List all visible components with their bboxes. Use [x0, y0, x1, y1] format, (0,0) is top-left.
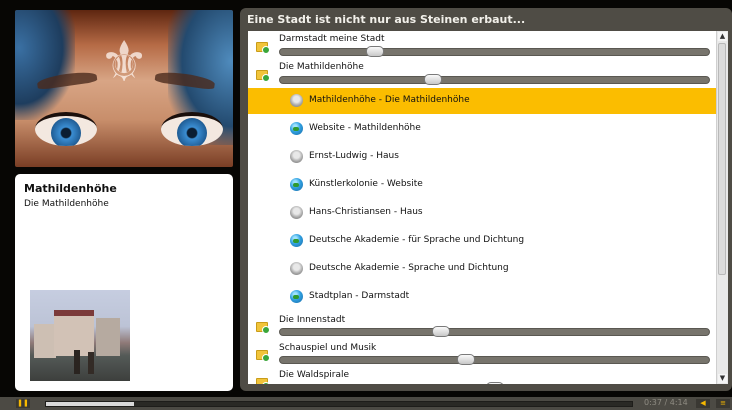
- pause-icon[interactable]: ❚❚: [16, 399, 30, 408]
- category-slider[interactable]: [279, 74, 710, 85]
- scroll-up-arrow-icon[interactable]: ▲: [718, 32, 727, 41]
- seek-bar[interactable]: [45, 401, 633, 407]
- hair-left: [15, 10, 75, 120]
- bust-icon: [290, 94, 303, 107]
- slider-knob[interactable]: [457, 354, 475, 365]
- panel-title: Eine Stadt ist nicht nur aus Steinen erb…: [247, 13, 526, 26]
- list-item[interactable]: Deutsche Akademie - für Sprache und Dich…: [248, 228, 716, 254]
- list-item[interactable]: Deutsche Akademie - Sprache und Dichtung: [248, 256, 716, 282]
- info-title: Mathildenhöhe: [24, 182, 117, 195]
- scrollbar[interactable]: ▲ ▼: [716, 31, 728, 384]
- info-subtitle: Die Mathildenhöhe: [24, 199, 109, 209]
- scroll-down-arrow-icon[interactable]: ▼: [718, 374, 727, 383]
- eye-left: [35, 112, 97, 146]
- list-item-label: Website - Mathildenhöhe: [309, 123, 421, 133]
- playlist: Darmstadt meine Stadt Die Mathildenhöhe …: [248, 31, 716, 384]
- list-item-label: Hans-Christiansen - Haus: [309, 207, 423, 217]
- info-card: Mathildenhöhe Die Mathildenhöhe: [15, 174, 233, 391]
- list-item-label: Ernst-Ludwig - Haus: [309, 151, 399, 161]
- category-label[interactable]: Darmstadt meine Stadt: [279, 34, 385, 44]
- list-item[interactable]: Stadtplan - Darmstadt: [248, 284, 716, 310]
- hero-image: ⚜: [15, 10, 233, 167]
- folder-icon[interactable]: [256, 42, 270, 54]
- info-photo: [30, 290, 130, 381]
- list-item[interactable]: Mathildenhöhe - Die Mathildenhöhe: [248, 88, 716, 114]
- slider-knob[interactable]: [366, 46, 384, 57]
- list-item[interactable]: Hans-Christiansen - Haus: [248, 200, 716, 226]
- fleur-de-lis-icon: ⚜: [99, 30, 150, 95]
- category-slider[interactable]: [279, 354, 710, 365]
- list-item-label: Deutsche Akademie - für Sprache und Dich…: [309, 235, 525, 245]
- bust-icon: [290, 206, 303, 219]
- slider-knob[interactable]: [432, 326, 450, 337]
- list-item-label: Deutsche Akademie - Sprache und Dichtung: [309, 263, 509, 273]
- globe-icon: [290, 178, 303, 191]
- category-label[interactable]: Die Waldspirale: [279, 370, 349, 380]
- list-item-label: Mathildenhöhe - Die Mathildenhöhe: [309, 95, 470, 105]
- scroll-thumb[interactable]: [718, 43, 726, 275]
- globe-icon: [290, 290, 303, 303]
- folder-icon[interactable]: [256, 378, 270, 384]
- list-item[interactable]: Künstlerkolonie - Website: [248, 172, 716, 198]
- slider-knob[interactable]: [424, 74, 442, 85]
- category-label[interactable]: Schauspiel und Musik: [279, 343, 376, 353]
- category-label[interactable]: Die Innenstadt: [279, 315, 345, 325]
- slider-knob[interactable]: [486, 382, 504, 384]
- list-item-label: Künstlerkolonie - Website: [309, 179, 423, 189]
- menu-icon[interactable]: ≡: [716, 399, 730, 408]
- list-item[interactable]: Website - Mathildenhöhe: [248, 116, 716, 142]
- folder-icon[interactable]: [256, 350, 270, 362]
- globe-icon: [290, 234, 303, 247]
- volume-icon[interactable]: ◀: [696, 399, 710, 408]
- bust-icon: [290, 262, 303, 275]
- player-bar: ❚❚ 0:37 / 4:14 ◀ ≡: [0, 397, 732, 410]
- playlist-panel: Eine Stadt ist nicht nur aus Steinen erb…: [240, 8, 732, 391]
- folder-icon[interactable]: [256, 70, 270, 82]
- list-item-label: Stadtplan - Darmstadt: [309, 291, 410, 301]
- list-item[interactable]: Ernst-Ludwig - Haus: [248, 144, 716, 170]
- bust-icon: [290, 150, 303, 163]
- time-display: 0:37 / 4:14: [644, 398, 688, 407]
- folder-icon[interactable]: [256, 322, 270, 334]
- seek-progress: [46, 402, 134, 406]
- category-label[interactable]: Die Mathildenhöhe: [279, 62, 364, 72]
- category-slider[interactable]: [279, 326, 710, 337]
- globe-icon: [290, 122, 303, 135]
- category-slider[interactable]: [279, 46, 710, 57]
- eye-right: [161, 112, 223, 146]
